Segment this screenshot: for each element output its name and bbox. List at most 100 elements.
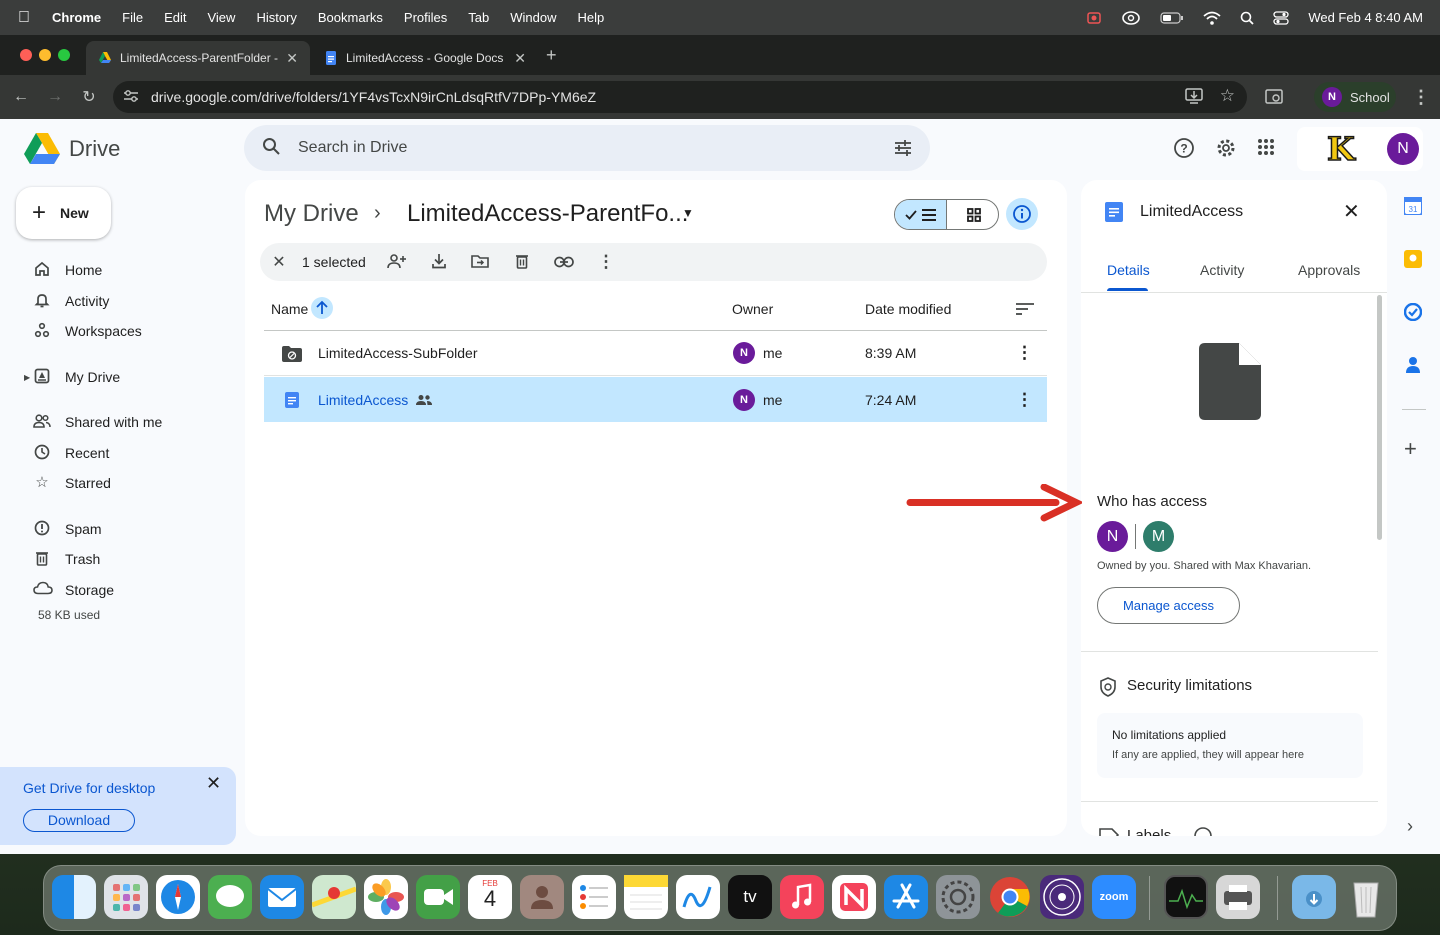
school-seal-app-icon[interactable]: [1040, 875, 1084, 919]
sidebar-item-workspaces[interactable]: Workspaces: [0, 315, 240, 347]
address-bar[interactable]: drive.google.com/drive/folders/1YF4vsTcx…: [113, 81, 1247, 113]
tab-drive-folder[interactable]: LimitedAccess-ParentFolder - ✕: [86, 41, 310, 75]
close-tab-icon[interactable]: ✕: [286, 50, 298, 67]
apple-tv-app-icon[interactable]: tv: [728, 875, 772, 919]
creative-cloud-icon[interactable]: [1121, 10, 1141, 26]
tab-activity[interactable]: Activity: [1200, 262, 1244, 278]
notes-app-icon[interactable]: [624, 875, 668, 919]
sidebar-item-storage[interactable]: Storage: [0, 574, 240, 606]
chrome-app-icon[interactable]: [988, 875, 1032, 919]
clear-selection-icon[interactable]: ✕: [269, 252, 289, 272]
contacts-app-icon[interactable]: [1405, 356, 1421, 379]
reload-icon[interactable]: ↻: [72, 87, 106, 107]
close-details-icon[interactable]: ✕: [1343, 199, 1360, 224]
support-icon[interactable]: ?: [1173, 137, 1195, 159]
tasks-app-icon[interactable]: [1403, 302, 1423, 326]
file-row-subfolder[interactable]: LimitedAccess-SubFolder N me 8:39 AM ⋮: [264, 331, 1047, 376]
folder-menu-caret-icon[interactable]: ▼: [682, 206, 694, 220]
screen-record-icon[interactable]: [1086, 10, 1102, 26]
apple-menu-icon[interactable]: : [18, 9, 30, 27]
sidebar-item-my-drive[interactable]: ▶ My Drive: [0, 361, 240, 393]
access-avatar-shared[interactable]: M: [1143, 521, 1174, 552]
name-column-header[interactable]: Name: [271, 301, 308, 317]
modified-column-header[interactable]: Date modified: [865, 301, 951, 317]
settings-gear-icon[interactable]: [1215, 137, 1237, 159]
close-window-button[interactable]: [20, 49, 32, 61]
menu-profiles[interactable]: Profiles: [404, 10, 447, 25]
share-icon[interactable]: [387, 253, 407, 273]
keep-app-icon[interactable]: [1404, 250, 1422, 273]
back-icon[interactable]: ←: [4, 88, 38, 106]
sidebar-item-trash[interactable]: Trash: [0, 543, 240, 575]
contacts-dock-icon[interactable]: [520, 875, 564, 919]
search-options-icon[interactable]: [894, 139, 912, 162]
sort-options-icon[interactable]: [1016, 302, 1034, 321]
list-view-button[interactable]: [895, 200, 947, 229]
breadcrumb-root[interactable]: My Drive: [264, 200, 359, 228]
menu-file[interactable]: File: [122, 10, 143, 25]
add-app-icon[interactable]: +: [1404, 436, 1417, 462]
launchpad-app-icon[interactable]: [104, 875, 148, 919]
labels-help-icon[interactable]: [1193, 826, 1213, 836]
download-button[interactable]: Download: [23, 809, 135, 832]
forward-icon[interactable]: →: [38, 88, 72, 106]
owner-column-header[interactable]: Owner: [732, 301, 773, 317]
spotlight-search-icon[interactable]: [1240, 11, 1254, 25]
maps-app-icon[interactable]: [311, 875, 357, 919]
profile-chip[interactable]: N School: [1314, 82, 1396, 112]
row-more-actions-icon[interactable]: ⋮: [1016, 343, 1033, 363]
drive-logo[interactable]: Drive: [24, 133, 120, 165]
search-input[interactable]: Search in Drive: [298, 139, 407, 157]
photos-app-icon[interactable]: [364, 875, 408, 919]
copy-link-icon[interactable]: [554, 255, 574, 272]
file-row-selected-doc[interactable]: LimitedAccess N me 7:24 AM ⋮: [264, 377, 1047, 422]
tab-details[interactable]: Details: [1107, 262, 1150, 278]
zoom-window-button[interactable]: [58, 49, 70, 61]
breadcrumb-current[interactable]: LimitedAccess-ParentFo...: [407, 200, 688, 228]
search-bar[interactable]: Search in Drive: [244, 125, 930, 171]
menu-history[interactable]: History: [256, 10, 296, 25]
move-to-folder-icon[interactable]: [470, 253, 490, 273]
menu-window[interactable]: Window: [510, 10, 556, 25]
tab-google-docs[interactable]: LimitedAccess - Google Docs ✕: [312, 41, 538, 75]
install-app-icon[interactable]: [1185, 88, 1203, 107]
sidebar-item-recent[interactable]: Recent: [0, 437, 240, 469]
search-icon[interactable]: [262, 137, 280, 160]
app-menu-chrome[interactable]: Chrome: [52, 10, 101, 25]
bookmark-star-icon[interactable]: ☆: [1220, 86, 1235, 106]
new-button[interactable]: + New: [16, 187, 111, 239]
sidebar-item-shared-with-me[interactable]: Shared with me: [0, 406, 240, 438]
menu-view[interactable]: View: [207, 10, 235, 25]
menubar-clock[interactable]: Wed Feb 4 8:40 AM: [1308, 10, 1423, 25]
trash-dock-icon[interactable]: [1344, 875, 1388, 919]
printer-app-icon[interactable]: [1216, 875, 1260, 919]
mail-app-icon[interactable]: [260, 875, 304, 919]
activity-monitor-icon[interactable]: [1164, 875, 1208, 919]
wifi-icon[interactable]: [1203, 11, 1221, 25]
collapse-panel-chevron-icon[interactable]: ›: [1407, 816, 1413, 837]
new-tab-icon[interactable]: +: [546, 45, 557, 66]
menu-tab[interactable]: Tab: [468, 10, 489, 25]
download-icon[interactable]: [429, 253, 449, 273]
downloads-folder-icon[interactable]: [1292, 875, 1336, 919]
tab-search-icon[interactable]: [1265, 89, 1283, 110]
finder-app-icon[interactable]: [52, 875, 96, 919]
sidebar-item-home[interactable]: Home: [0, 254, 240, 286]
access-avatar-owner[interactable]: N: [1097, 521, 1128, 552]
menu-help[interactable]: Help: [578, 10, 605, 25]
row-more-actions-icon[interactable]: ⋮: [1016, 390, 1033, 410]
freeform-app-icon[interactable]: [676, 875, 720, 919]
sidebar-item-activity[interactable]: Activity: [0, 285, 240, 317]
minimize-window-button[interactable]: [39, 49, 51, 61]
messages-app-icon[interactable]: [208, 875, 252, 919]
safari-app-icon[interactable]: [156, 875, 200, 919]
app-store-icon[interactable]: [884, 875, 928, 919]
menu-edit[interactable]: Edit: [164, 10, 186, 25]
music-app-icon[interactable]: [780, 875, 824, 919]
expand-arrow-icon[interactable]: ▶: [24, 373, 30, 382]
chrome-menu-icon[interactable]: ⋮: [1412, 87, 1430, 108]
control-center-icon[interactable]: [1273, 10, 1289, 25]
manage-access-button[interactable]: Manage access: [1097, 587, 1240, 624]
calendar-dock-icon[interactable]: FEB 4: [468, 875, 512, 919]
battery-icon[interactable]: [1160, 11, 1184, 24]
